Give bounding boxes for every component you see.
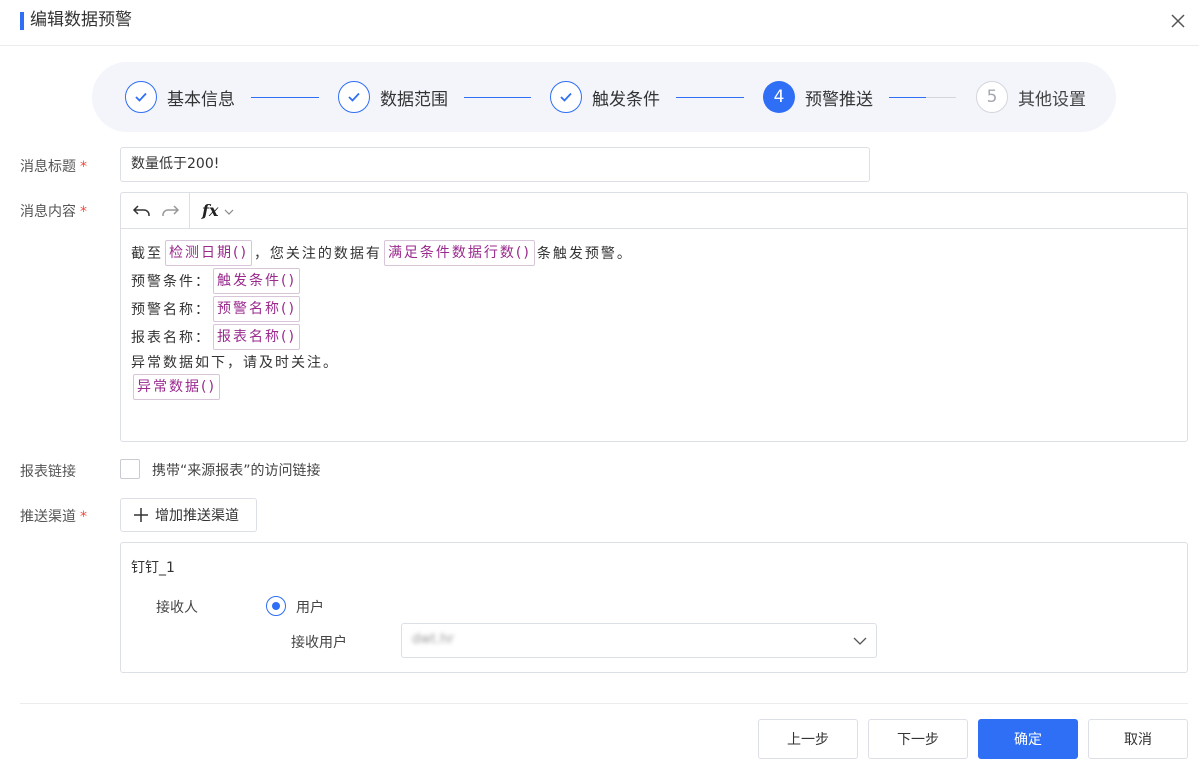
editor-line: 异常数据() xyxy=(131,373,1187,401)
check-icon xyxy=(125,81,157,113)
step-alert-push[interactable]: 4 预警推送 xyxy=(763,81,873,113)
step-connector xyxy=(464,97,531,98)
step-label: 预警推送 xyxy=(805,89,873,110)
label-text: 推送渠道 xyxy=(20,509,76,525)
step-connector xyxy=(889,97,956,98)
editor-line: 预警条件： 触发条件() xyxy=(131,267,1187,295)
text: 预警条件： xyxy=(131,274,211,290)
title-accent-bar xyxy=(20,12,24,30)
step-label: 数据范围 xyxy=(380,89,448,110)
steps-bar: 基本信息 数据范围 触发条件 4 预警推送 5 其他设置 xyxy=(92,62,1116,132)
function-token[interactable]: 报表名称() xyxy=(213,324,300,350)
step-connector xyxy=(676,97,744,98)
redo-icon[interactable] xyxy=(159,200,181,222)
step-data-range[interactable]: 数据范围 xyxy=(338,81,448,113)
footer-divider xyxy=(20,703,1188,704)
push-channel-label: 推送渠道 * xyxy=(20,506,87,526)
message-title-label: 消息标题 * xyxy=(20,156,87,176)
text: 报表名称： xyxy=(131,330,211,346)
label-text: 消息标题 xyxy=(20,159,76,175)
message-title-input[interactable]: 数量低于200! xyxy=(120,147,870,182)
label-text: 消息内容 xyxy=(20,204,76,220)
select-value: dwt.hr xyxy=(412,632,454,647)
step-other-settings[interactable]: 5 其他设置 xyxy=(976,81,1086,113)
undo-icon[interactable] xyxy=(131,200,153,222)
chevron-down-icon xyxy=(852,633,868,653)
text: 条触发预警。 xyxy=(536,246,633,262)
report-link-label: 报表链接 xyxy=(20,464,76,480)
required-mark: * xyxy=(80,159,87,175)
cancel-button[interactable]: 取消 xyxy=(1088,719,1188,759)
button-label: 增加推送渠道 xyxy=(155,508,239,524)
editor-toolbar: fx xyxy=(121,192,1187,229)
step-connector xyxy=(251,97,319,98)
editor-line: 预警名称： 预警名称() xyxy=(131,295,1187,323)
editor-line: 异常数据如下，请及时关注。 xyxy=(131,351,1187,373)
receiver-user-radio-label[interactable]: 用户 xyxy=(296,597,324,617)
dialog-title: 编辑数据预警 xyxy=(30,10,132,30)
channel-card: 钉钉_1 接收人 用户 接收用户 dwt.hr xyxy=(120,542,1188,673)
required-mark: * xyxy=(80,509,87,525)
required-mark: * xyxy=(80,204,87,220)
channel-name: 钉钉_1 xyxy=(131,560,175,576)
function-token[interactable]: 满足条件数据行数() xyxy=(383,240,535,266)
step-number: 4 xyxy=(763,81,795,113)
receive-user-label: 接收用户 xyxy=(291,635,347,651)
prev-step-button[interactable]: 上一步 xyxy=(758,719,858,759)
toolbar-divider xyxy=(189,192,190,229)
step-trigger-condition[interactable]: 触发条件 xyxy=(550,81,660,113)
text: 异常数据如下，请及时关注。 xyxy=(131,355,339,371)
next-step-button[interactable]: 下一步 xyxy=(868,719,968,759)
function-button[interactable]: fx xyxy=(202,201,218,220)
editor-line: 报表名称： 报表名称() xyxy=(131,323,1187,351)
text: 截至 xyxy=(131,246,163,262)
dialog-header: 编辑数据预警 xyxy=(0,0,1199,46)
receive-user-select[interactable]: dwt.hr xyxy=(401,623,877,658)
function-token[interactable]: 触发条件() xyxy=(213,268,300,294)
plus-icon xyxy=(134,508,148,522)
message-content-label: 消息内容 * xyxy=(20,201,87,221)
report-link-checkbox-label[interactable]: 携带“来源报表”的访问链接 xyxy=(152,460,321,480)
function-token[interactable]: 检测日期() xyxy=(165,240,252,266)
report-link-checkbox[interactable] xyxy=(120,459,140,479)
radio-dot xyxy=(272,602,280,610)
chevron-down-icon[interactable] xyxy=(224,203,234,219)
step-basic-info[interactable]: 基本信息 xyxy=(125,81,235,113)
function-token[interactable]: 异常数据() xyxy=(133,374,220,400)
editor-content[interactable]: 截至 检测日期() ，您关注的数据有 满足条件数据行数() 条触发预警。 预警条… xyxy=(121,229,1187,401)
step-number: 5 xyxy=(976,81,1008,113)
editor-line: 截至 检测日期() ，您关注的数据有 满足条件数据行数() 条触发预警。 xyxy=(131,239,1187,267)
close-icon[interactable] xyxy=(1169,12,1187,30)
step-label: 触发条件 xyxy=(592,89,660,110)
step-label: 基本信息 xyxy=(167,89,235,110)
add-channel-button[interactable]: 增加推送渠道 xyxy=(120,498,257,532)
receiver-user-radio[interactable] xyxy=(266,596,286,616)
text: 预警名称： xyxy=(131,302,211,318)
step-label: 其他设置 xyxy=(1018,89,1086,110)
message-content-editor[interactable]: fx 截至 检测日期() ，您关注的数据有 满足条件数据行数() 条触发预警。 … xyxy=(120,192,1188,442)
receiver-label: 接收人 xyxy=(156,600,198,616)
check-icon xyxy=(338,81,370,113)
check-icon xyxy=(550,81,582,113)
function-token[interactable]: 预警名称() xyxy=(213,296,300,322)
confirm-button[interactable]: 确定 xyxy=(978,719,1078,759)
text: ，您关注的数据有 xyxy=(253,246,382,262)
